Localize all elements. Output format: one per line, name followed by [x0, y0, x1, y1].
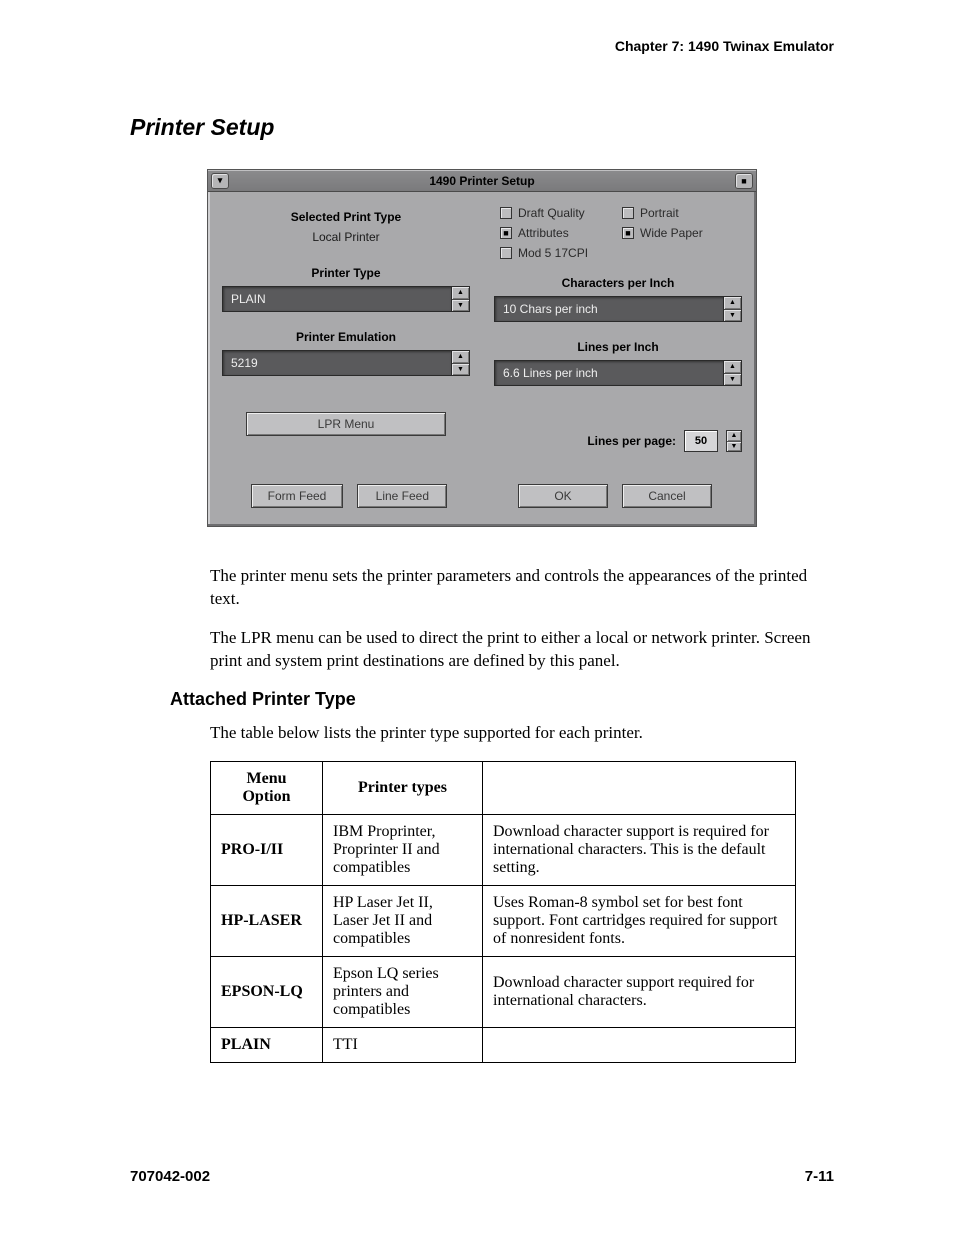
dialog-title: 1490 Printer Setup: [232, 174, 732, 188]
table-cell-desc: Download character support required for …: [483, 956, 796, 1027]
doc-number: 707042-002: [130, 1168, 210, 1185]
table-header: [483, 761, 796, 814]
checkbox-icon: [622, 207, 634, 219]
table-row: PRO-I/IIIBM Proprinter, Proprinter II an…: [211, 814, 796, 885]
attributes-checkbox[interactable]: ■ Attributes: [500, 226, 620, 240]
form-feed-button[interactable]: Form Feed: [251, 484, 344, 508]
table-cell-desc: [483, 1027, 796, 1062]
printer-type-stepper[interactable]: ▲ ▼: [452, 286, 470, 312]
table-cell-types: TTI: [323, 1027, 483, 1062]
printer-emulation-stepper[interactable]: ▲ ▼: [452, 350, 470, 376]
table-header: Printer types: [323, 761, 483, 814]
lines-per-page-input[interactable]: 50: [684, 430, 718, 452]
subheading: Attached Printer Type: [170, 689, 834, 710]
table-cell-types: HP Laser Jet II, Laser Jet II and compat…: [323, 885, 483, 956]
chevron-down-icon[interactable]: ▼: [452, 300, 469, 312]
mod5-17cpi-checkbox[interactable]: Mod 5 17CPI: [500, 246, 620, 260]
options-checkbox-group: Draft Quality Portrait ■ Attributes ■: [494, 206, 742, 260]
chevron-up-icon[interactable]: ▲: [724, 361, 741, 374]
table-cell-types: Epson LQ series printers and compatibles: [323, 956, 483, 1027]
lines-per-page-stepper[interactable]: ▲ ▼: [726, 430, 742, 452]
checkbox-icon: ■: [500, 227, 512, 239]
chevron-down-icon[interactable]: ▼: [724, 310, 741, 322]
draft-quality-checkbox[interactable]: Draft Quality: [500, 206, 620, 220]
cancel-button[interactable]: Cancel: [622, 484, 712, 508]
printer-emulation-label: Printer Emulation: [222, 330, 470, 344]
page-number: 7-11: [805, 1168, 834, 1185]
chevron-up-icon[interactable]: ▲: [452, 287, 469, 300]
table-cell-option: EPSON-LQ: [211, 956, 323, 1027]
chevron-down-icon[interactable]: ▼: [727, 442, 741, 452]
chevron-down-icon[interactable]: ▼: [452, 364, 469, 376]
printer-type-input[interactable]: PLAIN: [222, 286, 452, 312]
checkbox-label: Mod 5 17CPI: [518, 246, 588, 260]
table-row: EPSON-LQEpson LQ series printers and com…: [211, 956, 796, 1027]
close-icon[interactable]: ■: [735, 173, 753, 189]
lpi-label: Lines per Inch: [494, 340, 742, 354]
checkbox-label: Draft Quality: [518, 206, 585, 220]
table-row: PLAINTTI: [211, 1027, 796, 1062]
lpi-stepper[interactable]: ▲ ▼: [724, 360, 742, 386]
checkbox-icon: [500, 207, 512, 219]
paragraph: The table below lists the printer type s…: [210, 722, 834, 745]
selected-print-type-value: Local Printer: [222, 230, 470, 244]
printer-setup-dialog: ▾ 1490 Printer Setup ■ Selected Print Ty…: [207, 169, 757, 527]
section-title: Printer Setup: [130, 114, 834, 141]
printer-type-table: Menu Option Printer types PRO-I/IIIBM Pr…: [210, 761, 796, 1063]
table-row: HP-LASERHP Laser Jet II, Laser Jet II an…: [211, 885, 796, 956]
chapter-header: Chapter 7: 1490 Twinax Emulator: [130, 38, 834, 54]
window-menu-icon[interactable]: ▾: [211, 173, 229, 189]
lpr-menu-button[interactable]: LPR Menu: [246, 412, 446, 436]
lpi-input[interactable]: 6.6 Lines per inch: [494, 360, 724, 386]
ok-button[interactable]: OK: [518, 484, 608, 508]
printer-type-label: Printer Type: [222, 266, 470, 280]
table-cell-option: PRO-I/II: [211, 814, 323, 885]
printer-emulation-input[interactable]: 5219: [222, 350, 452, 376]
chevron-down-icon[interactable]: ▼: [724, 374, 741, 386]
table-header: Menu Option: [211, 761, 323, 814]
table-cell-option: HP-LASER: [211, 885, 323, 956]
checkbox-icon: [500, 247, 512, 259]
paragraph: The printer menu sets the printer parame…: [210, 565, 834, 611]
checkbox-label: Attributes: [518, 226, 569, 240]
cpi-input[interactable]: 10 Chars per inch: [494, 296, 724, 322]
chevron-up-icon[interactable]: ▲: [724, 297, 741, 310]
checkbox-label: Wide Paper: [640, 226, 703, 240]
lines-per-page-label: Lines per page:: [587, 434, 676, 448]
table-cell-desc: Uses Roman-8 symbol set for best font su…: [483, 885, 796, 956]
portrait-checkbox[interactable]: Portrait: [622, 206, 742, 220]
table-cell-types: IBM Proprinter, Proprinter II and compat…: [323, 814, 483, 885]
checkbox-icon: ■: [622, 227, 634, 239]
wide-paper-checkbox[interactable]: ■ Wide Paper: [622, 226, 742, 240]
checkbox-label: Portrait: [640, 206, 679, 220]
chevron-up-icon[interactable]: ▲: [727, 431, 741, 442]
paragraph: The LPR menu can be used to direct the p…: [210, 627, 834, 673]
line-feed-button[interactable]: Line Feed: [357, 484, 447, 508]
chevron-up-icon[interactable]: ▲: [452, 351, 469, 364]
cpi-stepper[interactable]: ▲ ▼: [724, 296, 742, 322]
selected-print-type-label: Selected Print Type: [222, 210, 470, 224]
table-cell-option: PLAIN: [211, 1027, 323, 1062]
table-cell-desc: Download character support is required f…: [483, 814, 796, 885]
cpi-label: Characters per Inch: [494, 276, 742, 290]
